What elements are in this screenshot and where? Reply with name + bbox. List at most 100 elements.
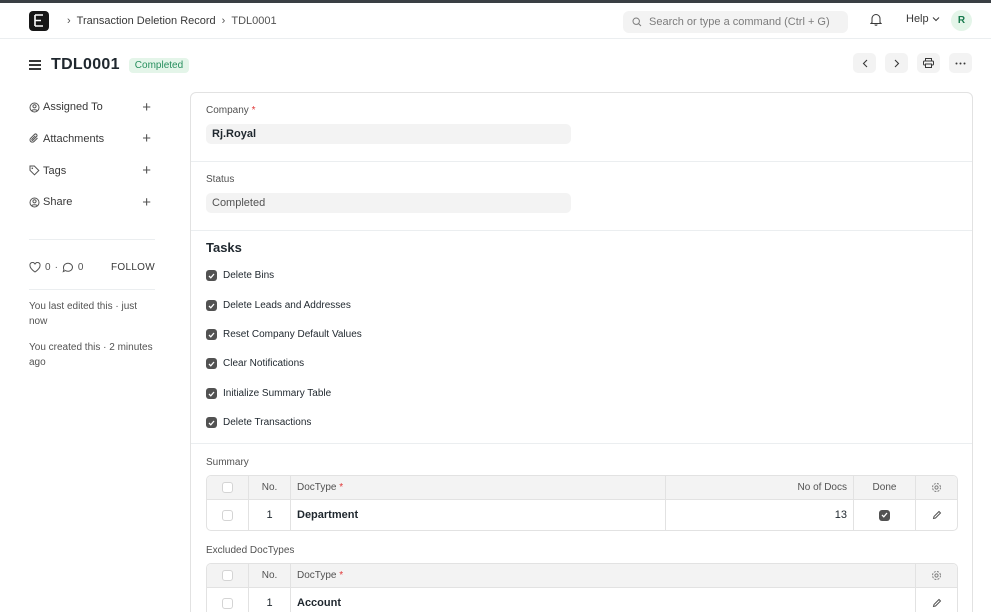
more-actions-button[interactable]	[949, 53, 972, 73]
likes-count: 0	[45, 262, 51, 273]
chevron-right-icon: ›	[67, 14, 71, 27]
page-title: TDL0001	[51, 56, 120, 73]
sidebar-item-share[interactable]: Share +	[29, 194, 155, 210]
add-icon[interactable]: +	[142, 195, 151, 210]
checkbox-checked-icon[interactable]	[206, 300, 217, 311]
table-header-row: No. DocType *	[207, 564, 957, 588]
sidebar-item-tags[interactable]: Tags +	[29, 163, 155, 179]
task-delete-leads[interactable]: Delete Leads and Addresses	[206, 299, 351, 312]
column-header-no-of-docs: No of Docs	[666, 476, 854, 499]
checkbox-checked-icon[interactable]	[206, 358, 217, 369]
comment-icon[interactable]	[62, 262, 74, 273]
activity-last-edited: You last edited this · just now	[29, 301, 138, 327]
form-sidebar: Assigned To + Attachments + Tags + Share…	[29, 99, 155, 226]
search-placeholder: Search or type a command (Ctrl + G)	[649, 16, 830, 28]
edit-row-icon[interactable]	[916, 500, 957, 530]
row-number: 1	[249, 500, 291, 530]
edit-row-icon[interactable]	[916, 588, 957, 612]
add-icon[interactable]: +	[142, 131, 151, 146]
search-input[interactable]: Search or type a command (Ctrl + G)	[623, 11, 848, 33]
sidebar-item-attachments[interactable]: Attachments +	[29, 131, 155, 147]
column-header-doctype: DocType *	[291, 476, 666, 499]
table-row[interactable]: 1 Department 13	[207, 500, 957, 530]
row-doctype[interactable]: Department	[291, 500, 666, 530]
notification-bell-icon[interactable]	[869, 13, 883, 29]
task-reset-company-defaults[interactable]: Reset Company Default Values	[206, 328, 362, 341]
sidebar-toggle-icon[interactable]	[29, 60, 41, 70]
separator-dot: ·	[54, 262, 58, 273]
sidebar-item-assigned-to[interactable]: Assigned To +	[29, 99, 155, 115]
excluded-doctypes-table: No. DocType * 1 Account	[206, 563, 958, 612]
heart-icon[interactable]	[29, 262, 41, 273]
page-head: TDL0001 Completed	[29, 51, 972, 79]
breadcrumb-doctype-link[interactable]: Transaction Deletion Record	[77, 15, 216, 27]
help-label: Help	[906, 13, 929, 25]
sidebar-item-label: Tags	[43, 164, 67, 177]
sidebar-social: 0 · 0 FOLLOW	[29, 262, 155, 273]
next-record-button[interactable]	[885, 53, 908, 73]
status-field: Completed	[206, 193, 571, 213]
column-header-done: Done	[854, 476, 916, 499]
chevron-right-icon: ›	[221, 14, 226, 27]
status-label: Status	[206, 174, 235, 185]
navbar: › Transaction Deletion Record › TDL0001 …	[0, 3, 991, 39]
column-settings-icon[interactable]	[916, 476, 957, 499]
paperclip-icon	[29, 133, 38, 143]
table-row[interactable]: 1 Account	[207, 588, 957, 612]
checkbox-checked-icon[interactable]	[206, 329, 217, 340]
company-field[interactable]: Rj.Royal	[206, 124, 571, 144]
task-delete-transactions[interactable]: Delete Transactions	[206, 416, 311, 429]
activity-created: You created this · 2 minutes ago	[29, 342, 153, 368]
select-all-checkbox[interactable]	[222, 482, 233, 493]
task-delete-bins[interactable]: Delete Bins	[206, 269, 274, 282]
summary-table: No. DocType * No of Docs Done 1 Departme…	[206, 475, 958, 531]
table-header-row: No. DocType * No of Docs Done	[207, 476, 957, 500]
page-actions	[853, 53, 972, 73]
checkbox-checked-icon[interactable]	[206, 417, 217, 428]
chevron-down-icon	[932, 17, 939, 22]
checkbox-checked-icon[interactable]	[206, 388, 217, 399]
row-number: 1	[249, 588, 291, 612]
add-icon[interactable]: +	[142, 163, 151, 178]
summary-label: Summary	[206, 457, 249, 468]
checkbox-checked-icon[interactable]	[206, 270, 217, 281]
column-header-doctype: DocType *	[291, 564, 916, 587]
comments-count: 0	[77, 262, 84, 273]
row-no-of-docs[interactable]: 13	[666, 500, 854, 530]
tables-section: Summary No. DocType * No of Docs Done 1 …	[191, 444, 972, 612]
done-checkbox-checked-icon[interactable]	[879, 509, 890, 521]
previous-record-button[interactable]	[853, 53, 876, 73]
follow-button[interactable]: FOLLOW	[111, 262, 155, 273]
search-icon	[632, 17, 642, 27]
tasks-section: Tasks Delete Bins Delete Leads and Addre…	[191, 231, 972, 444]
user-icon	[29, 102, 40, 112]
task-clear-notifications[interactable]: Clear Notifications	[206, 357, 304, 370]
printer-icon	[923, 58, 934, 68]
column-settings-icon[interactable]	[916, 564, 957, 587]
company-label: Company *	[206, 105, 256, 116]
add-icon[interactable]: +	[142, 100, 151, 115]
form-card: Company * Rj.Royal Status Completed Task…	[190, 92, 973, 612]
app-logo-icon[interactable]	[29, 10, 49, 31]
company-section: Company * Rj.Royal	[191, 93, 972, 162]
sidebar-item-label: Attachments	[43, 132, 105, 145]
row-select-checkbox[interactable]	[222, 597, 233, 609]
share-user-icon	[29, 197, 40, 208]
sidebar-item-label: Share	[43, 196, 73, 209]
breadcrumb-record-link[interactable]: TDL0001	[231, 15, 276, 27]
select-all-checkbox[interactable]	[222, 570, 233, 581]
task-initialize-summary[interactable]: Initialize Summary Table	[206, 387, 331, 400]
sidebar-divider	[29, 289, 155, 290]
excluded-doctypes-label: Excluded DocTypes	[206, 545, 295, 556]
breadcrumb: › Transaction Deletion Record › TDL0001	[61, 15, 277, 27]
chevron-right-icon	[894, 59, 899, 67]
row-doctype[interactable]: Account	[291, 588, 916, 612]
status-badge: Completed	[128, 57, 190, 73]
avatar[interactable]: R	[951, 10, 972, 31]
column-header-no: No.	[249, 564, 291, 587]
chevron-left-icon	[862, 59, 867, 67]
help-dropdown[interactable]: Help	[906, 13, 940, 25]
tasks-heading: Tasks	[206, 240, 242, 255]
print-button[interactable]	[917, 53, 940, 73]
row-select-checkbox[interactable]	[222, 509, 233, 521]
